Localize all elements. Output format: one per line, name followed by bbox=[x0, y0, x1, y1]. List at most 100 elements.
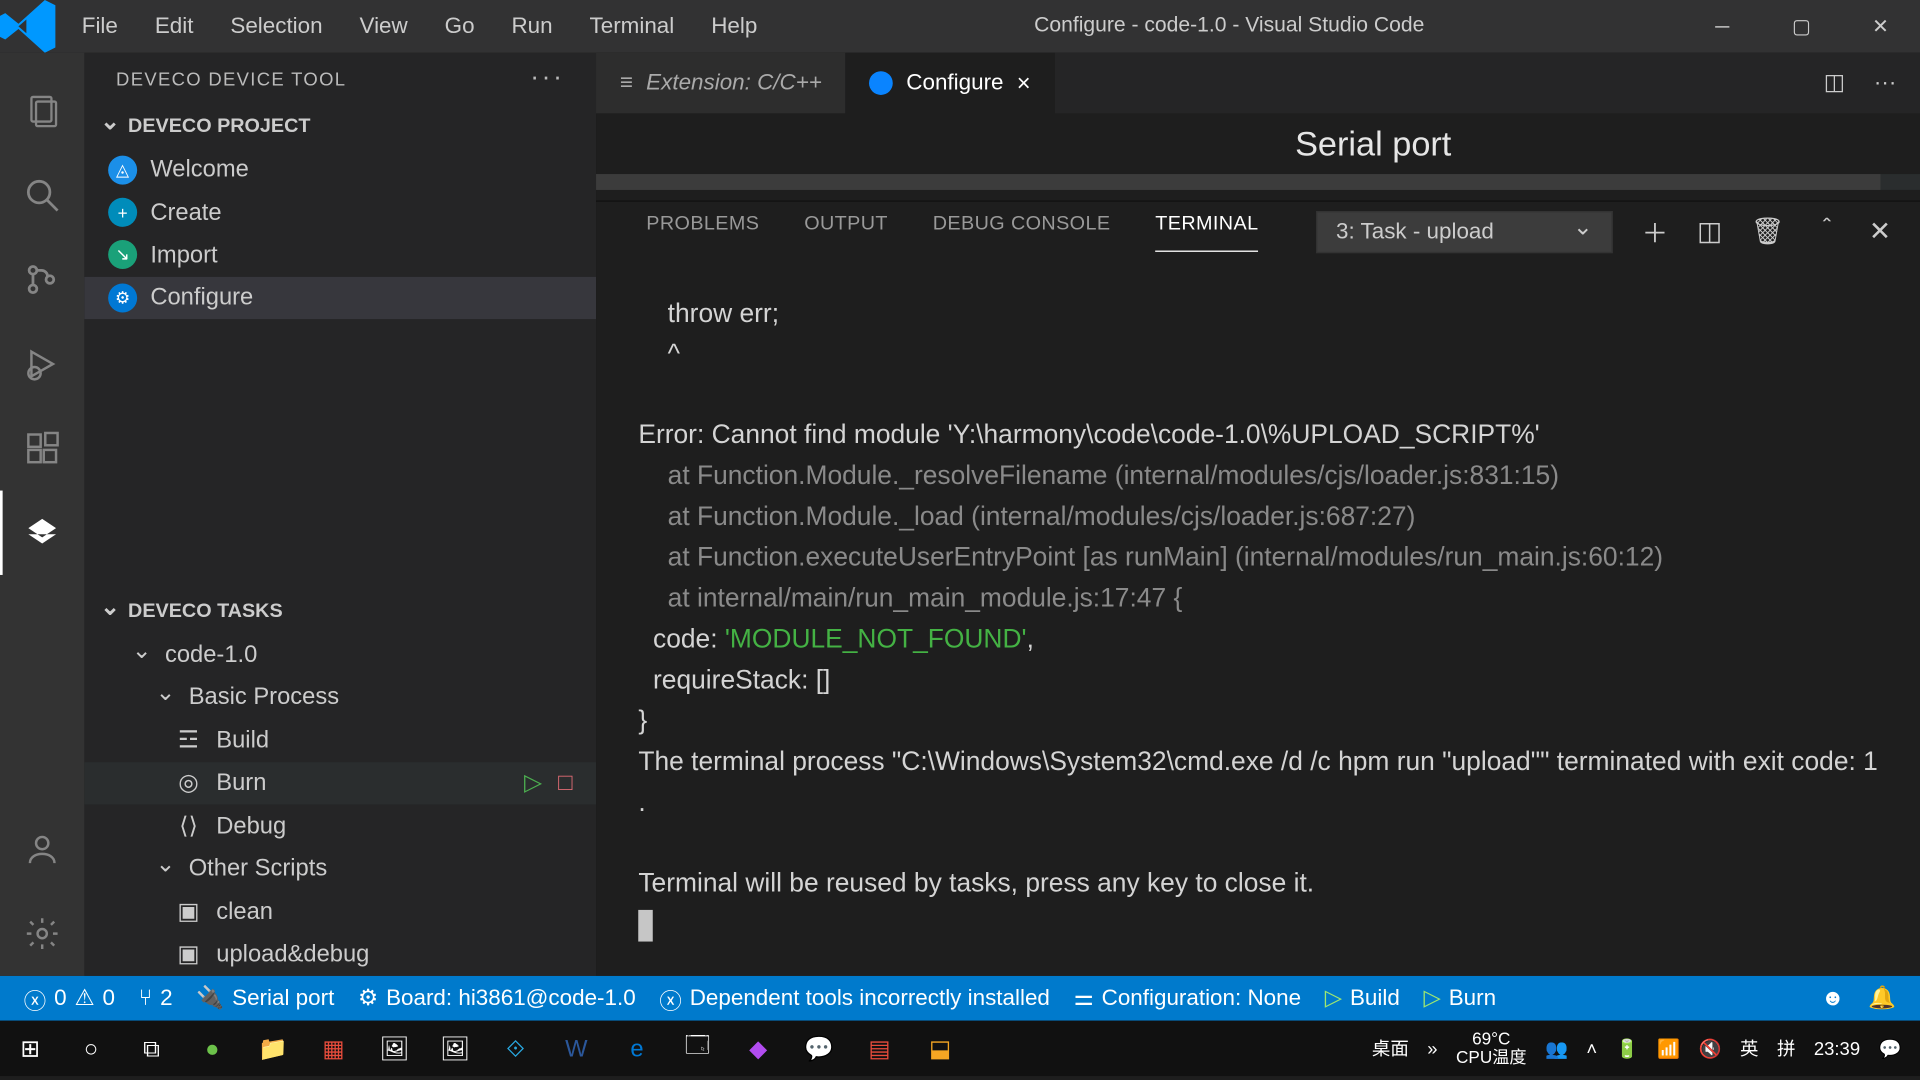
tray-ime[interactable]: 英 bbox=[1740, 1035, 1758, 1061]
account-icon[interactable] bbox=[0, 807, 84, 891]
task-upload-debug[interactable]: ▣ upload&debug bbox=[84, 933, 596, 976]
sidebar-item-import[interactable]: ↘Import bbox=[84, 234, 596, 277]
code-icon: ⟨⟩ bbox=[174, 812, 203, 840]
panel-tab-terminal[interactable]: TERMINAL bbox=[1155, 212, 1258, 252]
task-project[interactable]: code-1.0 bbox=[84, 633, 596, 676]
panel-tab-problems[interactable]: PROBLEMS bbox=[646, 212, 759, 250]
tray-clock[interactable]: 23:39 bbox=[1814, 1038, 1860, 1059]
terminal-output[interactable]: throw err; ^ Error: Cannot find module '… bbox=[596, 261, 1920, 976]
more-actions-icon[interactable]: ··· bbox=[1874, 70, 1896, 96]
taskbar-app-icon[interactable]: 🖼 bbox=[425, 1021, 486, 1076]
taskbar-app-icon[interactable]: ● bbox=[182, 1021, 243, 1076]
sidebar-item-configure[interactable]: ⚙Configure bbox=[84, 277, 596, 320]
status-bell-icon[interactable]: 🔔 bbox=[1868, 985, 1896, 1011]
menu-run[interactable]: Run bbox=[493, 0, 571, 53]
horizontal-scrollbar[interactable] bbox=[596, 174, 1920, 190]
task-clean[interactable]: ▣ clean bbox=[84, 890, 596, 933]
tray-temperature[interactable]: 69°CCPU温度 bbox=[1456, 1030, 1526, 1067]
menu-terminal[interactable]: Terminal bbox=[571, 0, 693, 53]
menu-selection[interactable]: Selection bbox=[212, 0, 341, 53]
taskbar-app-icon[interactable]: 🖼 bbox=[364, 1021, 425, 1076]
source-control-icon[interactable] bbox=[0, 237, 84, 321]
start-button[interactable]: ⊞ bbox=[0, 1021, 61, 1076]
split-terminal-icon[interactable]: ◫ bbox=[1697, 215, 1722, 248]
word-icon[interactable]: W bbox=[546, 1021, 607, 1076]
status-configuration[interactable]: ⚌Configuration: None bbox=[1074, 985, 1301, 1011]
kill-terminal-icon[interactable]: 🗑 bbox=[1751, 215, 1784, 248]
explorer-icon[interactable] bbox=[0, 69, 84, 153]
cortana-icon[interactable]: ○ bbox=[61, 1021, 122, 1076]
task-view-icon[interactable]: ⧉ bbox=[121, 1021, 182, 1076]
tray-people-icon[interactable]: 👥 bbox=[1545, 1037, 1568, 1059]
panel-tab-output[interactable]: OUTPUT bbox=[804, 212, 888, 250]
edge-icon[interactable]: e bbox=[607, 1021, 668, 1076]
task-group-basic[interactable]: Basic Process bbox=[84, 676, 596, 719]
close-button[interactable]: ✕ bbox=[1841, 0, 1920, 53]
error-icon: ⓧ bbox=[659, 982, 681, 1015]
deveco-project-section[interactable]: DEVECO PROJECT bbox=[84, 105, 596, 149]
maximize-button[interactable]: ▢ bbox=[1762, 0, 1841, 53]
serial-port-heading: Serial port bbox=[1295, 123, 1451, 164]
tray-desktop[interactable]: 桌面 bbox=[1372, 1035, 1409, 1061]
status-errors[interactable]: ⓧ0 ⚠0 bbox=[24, 982, 115, 1015]
status-burn[interactable]: ▷Burn bbox=[1424, 985, 1497, 1011]
tray-battery-icon[interactable]: 🔋 bbox=[1616, 1037, 1639, 1059]
run-debug-icon[interactable] bbox=[0, 322, 84, 406]
stop-icon[interactable]: □ bbox=[558, 769, 572, 797]
menu-edit[interactable]: Edit bbox=[136, 0, 212, 53]
tab-extension-cpp[interactable]: ≡ Extension: C/C++ bbox=[596, 53, 845, 114]
status-feedback-icon[interactable]: ☻ bbox=[1821, 985, 1845, 1011]
taskbar-app-icon[interactable]: 🗔 bbox=[667, 1021, 728, 1076]
menu-help[interactable]: Help bbox=[693, 0, 776, 53]
taskbar-app-icon[interactable]: ▤ bbox=[849, 1021, 910, 1076]
file-explorer-icon[interactable]: 📁 bbox=[243, 1021, 304, 1076]
tray-wifi-icon[interactable]: 📶 bbox=[1657, 1037, 1680, 1059]
search-icon[interactable] bbox=[0, 153, 84, 237]
taskbar-app-icon[interactable]: ◆ bbox=[728, 1021, 789, 1076]
task-group-other[interactable]: Other Scripts bbox=[84, 847, 596, 890]
chevron-down-icon bbox=[1573, 218, 1593, 246]
wechat-icon[interactable]: 💬 bbox=[789, 1021, 850, 1076]
terminal-selector-label: 3: Task - upload bbox=[1336, 218, 1494, 244]
menu-file[interactable]: File bbox=[63, 0, 136, 53]
editor-area: ≡ Extension: C/C++ Configure × ◫ ··· Ser… bbox=[596, 53, 1920, 976]
terminal-icon: ▣ bbox=[174, 941, 203, 969]
close-panel-icon[interactable]: ✕ bbox=[1869, 215, 1891, 248]
taskbar-app-icon[interactable]: ⬓ bbox=[910, 1021, 971, 1076]
task-build[interactable]: ☲ Build bbox=[84, 719, 596, 762]
tab-configure[interactable]: Configure × bbox=[846, 53, 1055, 114]
error-icon: ⓧ bbox=[24, 982, 46, 1015]
menu-go[interactable]: Go bbox=[426, 0, 493, 53]
panel-more-icon[interactable]: ··· bbox=[530, 63, 564, 93]
task-burn[interactable]: ◎ Burn ▷ □ bbox=[84, 762, 596, 805]
tray-chevron-up-icon[interactable]: ˄ bbox=[1586, 1038, 1597, 1059]
sidebar-item-welcome[interactable]: ◬Welcome bbox=[84, 148, 596, 191]
minimize-button[interactable]: ─ bbox=[1683, 0, 1762, 53]
close-tab-icon[interactable]: × bbox=[1017, 69, 1031, 97]
tray-ime2[interactable]: 拼 bbox=[1777, 1035, 1795, 1061]
split-editor-icon[interactable]: ◫ bbox=[1824, 70, 1845, 96]
settings-gear-icon[interactable] bbox=[0, 891, 84, 975]
task-debug[interactable]: ⟨⟩ Debug bbox=[84, 805, 596, 848]
status-build[interactable]: ▷Build bbox=[1325, 985, 1400, 1011]
tray-overflow-icon[interactable]: » bbox=[1427, 1038, 1437, 1059]
extensions-icon[interactable] bbox=[0, 406, 84, 490]
tray-volume-icon[interactable]: 🔇 bbox=[1699, 1037, 1722, 1059]
terminal-selector[interactable]: 3: Task - upload bbox=[1316, 210, 1612, 252]
status-serial-port[interactable]: 🔌Serial port bbox=[196, 985, 334, 1011]
play-icon[interactable]: ▷ bbox=[524, 769, 542, 797]
status-board[interactable]: ⚙Board: hi3861@code-1.0 bbox=[358, 985, 636, 1011]
sidebar-item-create[interactable]: +Create bbox=[84, 191, 596, 234]
maximize-panel-icon[interactable]: ＾ bbox=[1814, 212, 1840, 250]
status-dependency-warning[interactable]: ⓧDependent tools incorrectly installed bbox=[659, 982, 1049, 1015]
deveco-icon[interactable] bbox=[0, 491, 84, 575]
deveco-tasks-section[interactable]: DEVECO TASKS bbox=[84, 590, 596, 634]
tray-notifications-icon[interactable]: 💬 bbox=[1879, 1037, 1902, 1059]
taskbar-app-icon[interactable]: ▦ bbox=[303, 1021, 364, 1076]
menu-view[interactable]: View bbox=[341, 0, 426, 53]
new-terminal-icon[interactable]: ＋ bbox=[1642, 212, 1668, 250]
tree-label: Welcome bbox=[150, 156, 249, 184]
panel-tab-debug-console[interactable]: DEBUG CONSOLE bbox=[933, 212, 1111, 250]
vscode-taskbar-icon[interactable]: ⟐ bbox=[485, 1021, 546, 1076]
status-fork[interactable]: ⑂2 bbox=[139, 985, 173, 1011]
